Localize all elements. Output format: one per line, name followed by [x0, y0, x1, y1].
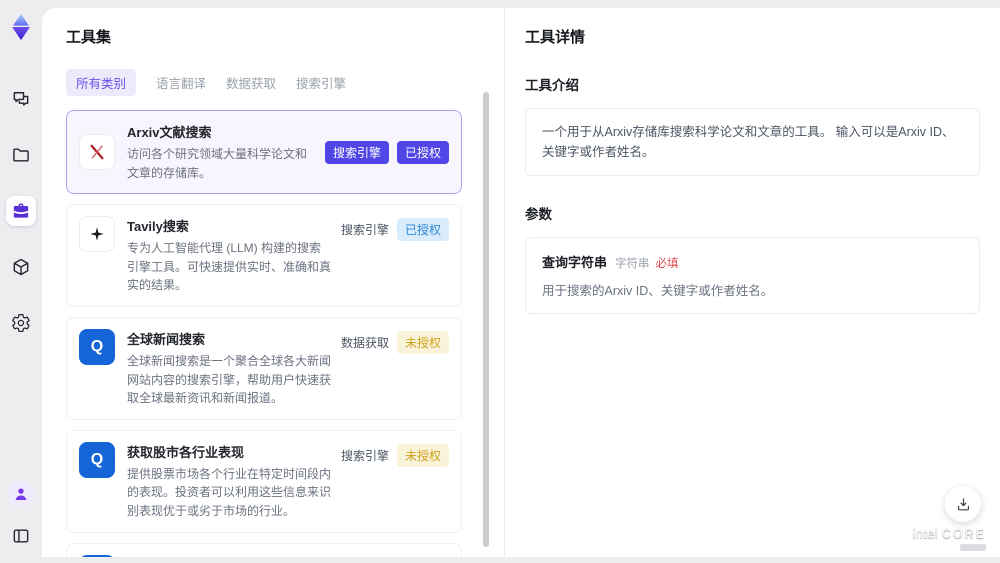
sidebar-bottom	[6, 481, 36, 551]
tool-card-body: Arxiv文献搜索 访问各个研究领域大量科学论文和文章的存储库。	[127, 122, 317, 182]
collapse-sidebar-button[interactable]	[6, 521, 36, 551]
settings-icon	[12, 314, 30, 332]
tool-card[interactable]: Q 获取市场最活跃股票信息 提供当天交易量最高的股票列表，投资者可以利用这些信息…	[66, 542, 462, 557]
tab-data-fetch[interactable]: 数据获取	[226, 69, 276, 96]
tool-icon: Q	[79, 441, 115, 478]
download-button[interactable]	[945, 486, 981, 522]
sparkle-icon	[90, 227, 104, 241]
list-scrollbar[interactable]	[483, 92, 489, 547]
sidebar-nav	[6, 84, 36, 338]
cube-icon	[13, 258, 29, 276]
sidebar-item-settings[interactable]	[6, 308, 36, 338]
tools-panel: 工具集 所有类别 语言翻译 数据获取 搜索引擎 Arxiv文献搜索 访问各个研究…	[42, 8, 505, 557]
sidebar-item-chat[interactable]	[6, 84, 36, 114]
intel-wordmark: intel	[912, 525, 938, 541]
tool-tags: 搜索引擎 已授权	[324, 140, 449, 164]
tool-category: 搜索引擎	[340, 448, 389, 463]
tool-icon	[79, 216, 115, 253]
core-wordmark: CORE	[941, 526, 986, 541]
tool-card-body: 获取市场最活跃股票信息 提供当天交易量最高的股票列表，投资者可以利用这些信息来识…	[127, 555, 333, 557]
tool-list: Arxiv文献搜索 访问各个研究领域大量科学论文和文章的存储库。 搜索引擎 已授…	[66, 110, 504, 557]
download-icon	[957, 497, 969, 510]
tool-status-badge: 未授权	[396, 330, 449, 354]
chat-icon	[13, 92, 29, 106]
tool-status-badge: 已授权	[396, 140, 449, 164]
arxiv-logo-icon	[90, 144, 104, 160]
main-surface: 工具集 所有类别 语言翻译 数据获取 搜索引擎 Arxiv文献搜索 访问各个研究…	[42, 8, 1000, 557]
tool-name: 获取市场最活跃股票信息	[127, 555, 333, 557]
tool-name: Tavily搜索	[127, 219, 189, 235]
intel-ultra-badge	[960, 544, 986, 551]
user-avatar[interactable]	[8, 481, 34, 507]
tool-category: 数据获取	[340, 335, 389, 350]
page-title: 工具集	[66, 29, 112, 46]
app-sidebar	[0, 0, 42, 563]
tool-tags: 数据获取 未授权	[340, 330, 449, 354]
tab-translation[interactable]: 语言翻译	[156, 69, 206, 96]
intro-heading: 工具介绍	[525, 78, 579, 93]
param-name: 查询字符串	[542, 255, 608, 270]
tool-card-body: 全球新闻搜索 全球新闻搜索是一个聚合全球各大新闻网站内容的搜索引擎，帮助用户快速…	[127, 329, 333, 408]
tool-status-badge: 未授权	[396, 443, 449, 467]
tool-tags: 搜索引擎 未授权	[340, 443, 449, 467]
tool-description: 全球新闻搜索是一个聚合全球各大新闻网站内容的搜索引擎，帮助用户快速获取全球最新资…	[127, 353, 332, 406]
tool-category: 搜索引擎	[340, 223, 389, 238]
tool-name: 获取股市各行业表现	[127, 444, 245, 460]
category-tabs: 所有类别 语言翻译 数据获取 搜索引擎	[66, 69, 504, 96]
folder-icon	[13, 148, 29, 162]
tool-icon: Q	[79, 554, 115, 557]
tool-tags: 搜索引擎 已授权	[340, 218, 449, 242]
param-type: 字符串	[615, 258, 650, 270]
panel-toggle-icon	[13, 529, 29, 543]
intro-box: 一个用于从Arxiv存储库搜索科学论文和文章的工具。 输入可以是Arxiv ID…	[525, 108, 980, 176]
gem-logo-icon	[12, 13, 30, 41]
param-description: 用于搜索的Arxiv ID、关键字或作者姓名。	[542, 284, 774, 298]
param-box: 查询字符串 字符串 必填 用于搜索的Arxiv ID、关键字或作者姓名。	[525, 237, 980, 314]
params-heading: 参数	[525, 207, 552, 222]
toolbox-icon	[13, 203, 29, 218]
sidebar-item-files[interactable]	[6, 140, 36, 170]
tool-card-body: Tavily搜索 专为人工智能代理 (LLM) 构建的搜索引擎工具。可快速提供实…	[127, 216, 333, 295]
tool-icon: Q	[79, 328, 115, 365]
tool-card[interactable]: Q 全球新闻搜索 全球新闻搜索是一个聚合全球各大新闻网站内容的搜索引擎，帮助用户…	[66, 316, 462, 420]
tool-category: 搜索引擎	[324, 140, 389, 164]
intel-core-logo: intel CORE	[912, 525, 986, 551]
tool-card[interactable]: Q 获取股市各行业表现 提供股票市场各个行业在特定时间段内的表现。投资者可以利用…	[66, 429, 462, 533]
tab-all-categories[interactable]: 所有类别	[66, 69, 137, 96]
tool-name: Arxiv文献搜索	[127, 125, 212, 140]
detail-title: 工具详情	[525, 29, 586, 46]
tool-description: 提供股票市场各个行业在特定时间段内的表现。投资者可以利用这些信息来识别表现优于或…	[127, 466, 332, 518]
avatar-icon	[15, 488, 27, 500]
tool-icon	[79, 134, 115, 171]
tool-card-body: 获取股市各行业表现 提供股票市场各个行业在特定时间段内的表现。投资者可以利用这些…	[127, 442, 333, 521]
intro-text: 一个用于从Arxiv存储库搜索科学论文和文章的工具。 输入可以是Arxiv ID…	[542, 125, 955, 159]
tool-name: 全球新闻搜索	[127, 331, 206, 347]
app-logo[interactable]	[5, 10, 37, 44]
tool-description: 专为人工智能代理 (LLM) 构建的搜索引擎工具。可快速提供实时、准确和真实的结…	[127, 241, 332, 293]
tab-search-engine[interactable]: 搜索引擎	[296, 69, 346, 96]
param-head: 查询字符串 字符串 必填	[542, 252, 963, 271]
tool-card[interactable]: Tavily搜索 专为人工智能代理 (LLM) 构建的搜索引擎工具。可快速提供实…	[66, 204, 462, 307]
tool-description: 访问各个研究领域大量科学论文和文章的存储库。	[127, 147, 308, 180]
q-app-icon: Q	[90, 337, 104, 355]
q-app-icon: Q	[90, 450, 104, 468]
sidebar-item-models[interactable]	[6, 252, 36, 282]
sidebar-item-tools[interactable]	[6, 196, 36, 226]
tool-status-badge: 已授权	[396, 218, 449, 242]
param-required-flag: 必填	[655, 258, 679, 270]
tool-card[interactable]: Arxiv文献搜索 访问各个研究领域大量科学论文和文章的存储库。 搜索引擎 已授…	[66, 110, 462, 195]
tool-detail-panel: 工具详情 工具介绍 一个用于从Arxiv存储库搜索科学论文和文章的工具。 输入可…	[505, 8, 1000, 557]
